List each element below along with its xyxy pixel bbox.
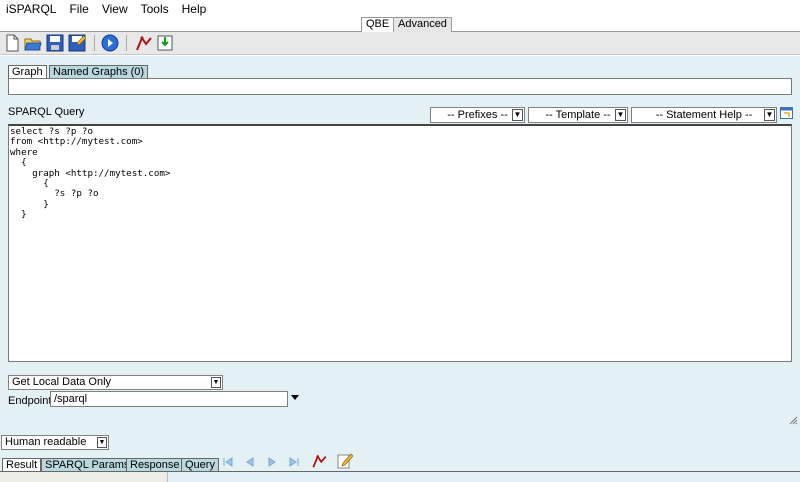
chevron-down-icon: ▼ — [512, 109, 523, 121]
last-page-icon[interactable] — [287, 456, 301, 468]
result-format-select[interactable]: Human readable ▼ — [1, 435, 109, 450]
endpoint-input[interactable]: /sparql — [50, 391, 288, 407]
menubar: iSPARQL File View Tools Help — [0, 0, 800, 18]
chevron-down-icon: ▼ — [615, 109, 626, 121]
menu-file[interactable]: File — [63, 0, 95, 18]
tab-qbe[interactable]: QBE — [361, 17, 395, 32]
first-page-icon[interactable] — [221, 456, 235, 468]
save-as-icon[interactable] — [68, 34, 86, 52]
chevron-down-icon: ▼ — [211, 377, 221, 388]
result-format-value: Human readable — [5, 436, 87, 448]
import-icon[interactable] — [156, 34, 174, 52]
toolbar-separator — [94, 35, 95, 51]
open-folder-icon[interactable] — [24, 34, 42, 52]
template-select[interactable]: -- Template -- ▼ — [528, 107, 628, 123]
tab-graph[interactable]: Graph — [8, 65, 47, 79]
next-page-icon[interactable] — [265, 456, 279, 468]
expand-editor-icon[interactable] — [780, 107, 793, 119]
graph-view-icon[interactable] — [135, 34, 153, 52]
menu-tools[interactable]: Tools — [135, 0, 176, 18]
graph-view-icon[interactable] — [311, 453, 328, 469]
previous-page-icon[interactable] — [243, 456, 257, 468]
menu-help[interactable]: Help — [176, 0, 214, 18]
statement-help-select-value: -- Statement Help -- — [655, 109, 753, 121]
toolbar-separator — [126, 35, 127, 51]
endpoint-label: Endpoint — [8, 395, 52, 407]
data-source-select[interactable]: Get Local Data Only ▼ — [8, 375, 223, 390]
tab-response[interactable]: Response — [126, 458, 184, 472]
chevron-down-icon: ▼ — [764, 109, 775, 121]
edit-icon[interactable] — [337, 452, 353, 469]
menu-view[interactable]: View — [96, 0, 135, 18]
tab-advanced[interactable]: Advanced — [393, 17, 452, 32]
prefixes-select-value: -- Prefixes -- — [447, 109, 508, 121]
save-icon[interactable] — [46, 34, 64, 52]
new-document-icon[interactable] — [3, 34, 21, 52]
toolbar — [0, 32, 800, 55]
template-select-value: -- Template -- — [545, 109, 611, 121]
tab-named-graphs[interactable]: Named Graphs (0) — [49, 65, 149, 79]
query-text: select ?s ?p ?o from <http://mytest.com>… — [10, 126, 171, 221]
query-editor[interactable]: select ?s ?p ?o from <http://mytest.com>… — [8, 124, 792, 362]
resize-grip-icon[interactable] — [789, 416, 798, 425]
graph-input[interactable] — [8, 78, 792, 95]
tab-query[interactable]: Query — [181, 458, 219, 472]
run-query-icon[interactable] — [101, 34, 119, 52]
app-name[interactable]: iSPARQL — [0, 0, 63, 18]
data-source-value: Get Local Data Only — [12, 376, 112, 388]
sparql-query-label: SPARQL Query — [8, 106, 85, 118]
mode-tabs: QBE Advanced — [0, 17, 800, 32]
endpoint-dropdown-icon[interactable] — [291, 395, 299, 400]
chevron-down-icon: ▼ — [97, 437, 107, 448]
result-area — [0, 472, 168, 482]
statement-help-select[interactable]: -- Statement Help -- ▼ — [631, 107, 777, 123]
tab-result[interactable]: Result — [2, 458, 42, 472]
tab-sparql-params[interactable]: SPARQL Params — [41, 458, 134, 472]
prefixes-select[interactable]: -- Prefixes -- ▼ — [430, 107, 525, 123]
